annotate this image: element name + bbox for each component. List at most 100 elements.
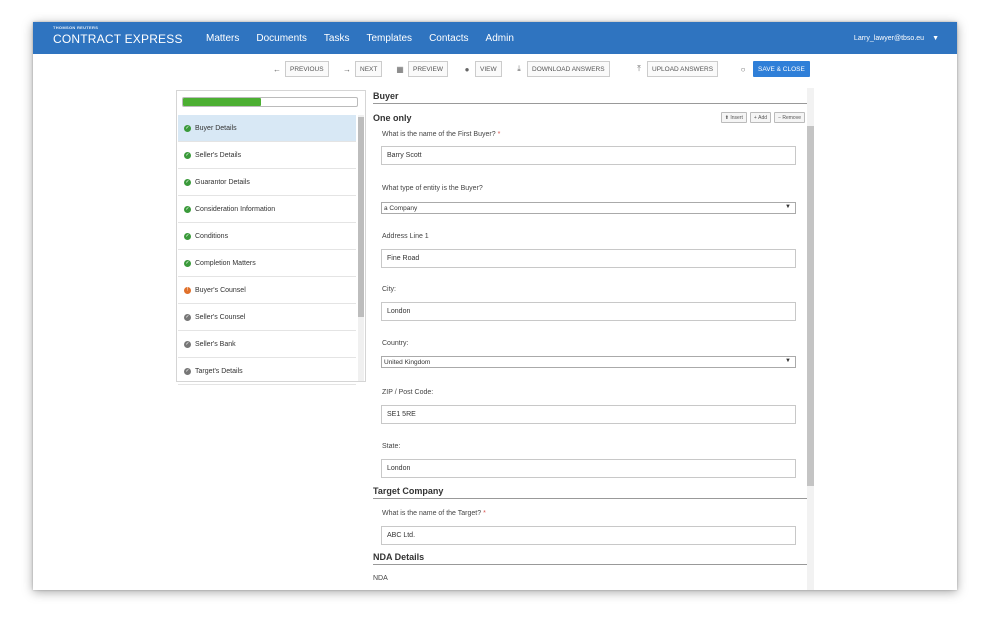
first-buyer-question: What is the name of the First Buyer? <box>382 131 496 138</box>
user-menu[interactable]: Larry_lawyer@tbso.eu ▼ <box>854 22 939 54</box>
questionnaire-form: Buyer One only ⬆ Insert + Add − Remove W… <box>371 88 827 590</box>
circle-icon: ○ <box>740 64 746 74</box>
section-title-target-company: Target Company <box>373 486 444 496</box>
previous-control: ← PREVIOUS <box>272 61 329 77</box>
grid-icon: ▦ <box>396 64 404 74</box>
preview-button[interactable]: PREVIEW <box>408 61 448 77</box>
remove-label: Remove <box>782 114 801 121</box>
sidebar-item-label: Buyer's Counsel <box>195 286 246 294</box>
state-label: State: <box>382 443 401 450</box>
first-buyer-input[interactable]: Barry Scott <box>381 146 796 165</box>
nav-contacts[interactable]: Contacts <box>429 33 468 44</box>
insert-button[interactable]: ⬆ Insert <box>720 112 747 123</box>
pending-icon: ✓ <box>184 367 191 375</box>
zip-label: ZIP / Post Code: <box>382 389 434 396</box>
check-icon: ✓ <box>184 178 191 186</box>
view-button[interactable]: VIEW <box>475 61 502 77</box>
sidebar-item-sellers-bank[interactable]: ✓ Seller's Bank <box>178 331 356 358</box>
check-icon: ✓ <box>184 124 191 132</box>
upload-control: ⤒ UPLOAD ANSWERS <box>634 61 719 77</box>
nav-admin[interactable]: Admin <box>486 33 514 44</box>
check-icon: ✓ <box>184 232 191 240</box>
arrow-right-icon: → <box>343 64 351 74</box>
sidebar-item-guarantor-details[interactable]: ✓ Guarantor Details <box>178 169 356 196</box>
main-nav: Matters Documents Tasks Templates Contac… <box>206 22 531 54</box>
section-divider <box>373 564 807 565</box>
zip-postcode-input[interactable]: SE1 5RE <box>381 405 796 424</box>
pending-icon: ✓ <box>184 340 191 348</box>
sidebar-item-label: Completion Matters <box>195 259 256 267</box>
sidebar-item-targets-details[interactable]: ✓ Target's Details <box>178 358 356 385</box>
entity-type-value: a Company <box>384 204 418 212</box>
sidebar-scrollbar-thumb[interactable] <box>358 117 364 317</box>
download-icon: ⤓ <box>517 64 521 73</box>
save-and-close-button[interactable]: SAVE & CLOSE <box>753 61 810 77</box>
nav-tasks[interactable]: Tasks <box>324 33 350 44</box>
required-marker: * <box>497 131 501 138</box>
check-icon: ✓ <box>184 259 191 267</box>
previous-button[interactable]: PREVIOUS <box>285 61 329 77</box>
completion-progress-bar <box>182 97 358 107</box>
repeat-group-actions: ⬆ Insert + Add − Remove <box>718 112 805 123</box>
form-scrollbar[interactable] <box>807 88 814 590</box>
section-divider <box>373 103 807 104</box>
sidebar-item-label: Seller's Bank <box>195 340 236 348</box>
preview-control: ▦ PREVIEW <box>395 61 448 77</box>
sidebar-item-completion-matters[interactable]: ✓ Completion Matters <box>178 250 356 277</box>
target-label: What is the name of the Target? * <box>382 510 486 517</box>
arrow-left-icon: ← <box>273 64 281 74</box>
progress-fill <box>183 98 262 106</box>
target-question: What is the name of the Target? <box>382 510 482 517</box>
country-select[interactable]: United Kingdom ▼ <box>381 356 796 368</box>
app-window: THOMSON REUTERS CONTRACT EXPRESS Matters… <box>33 22 957 590</box>
select-arrow-icon: ▼ <box>785 358 791 364</box>
next-button[interactable]: NEXT <box>355 61 383 77</box>
warning-icon: ! <box>184 286 191 294</box>
city-input[interactable]: London <box>381 302 796 321</box>
check-icon: ✓ <box>184 151 191 159</box>
brand-product-name: CONTRACT EXPRESS <box>53 32 183 46</box>
nav-templates[interactable]: Templates <box>366 33 412 44</box>
form-scrollbar-thumb[interactable] <box>807 126 814 486</box>
upload-answers-button[interactable]: UPLOAD ANSWERS <box>647 61 719 77</box>
nav-documents[interactable]: Documents <box>256 33 307 44</box>
sidebar-item-label: Guarantor Details <box>195 178 250 186</box>
state-input[interactable]: London <box>381 459 796 478</box>
nav-matters[interactable]: Matters <box>206 33 239 44</box>
download-answers-button[interactable]: DOWNLOAD ANSWERS <box>527 61 610 77</box>
repeat-group-title: One only <box>373 113 412 123</box>
brand-logo[interactable]: THOMSON REUTERS CONTRACT EXPRESS <box>53 26 183 46</box>
eye-icon: ● <box>464 64 470 74</box>
required-marker: * <box>483 510 486 517</box>
sidebar-item-label: Target's Details <box>195 367 243 375</box>
entity-type-select[interactable]: a Company ▼ <box>381 202 796 214</box>
sidebar-item-sellers-details[interactable]: ✓ Seller's Details <box>178 142 356 169</box>
upload-icon: ⤒ <box>637 64 641 73</box>
sidebar-item-buyer-details[interactable]: ✓ Buyer Details <box>178 115 356 142</box>
city-label: City: <box>382 286 396 293</box>
sidebar-item-sellers-counsel[interactable]: ✓ Seller's Counsel <box>178 304 356 331</box>
target-name-input[interactable]: ABC Ltd. <box>381 526 796 545</box>
caret-down-icon: ▼ <box>932 34 939 42</box>
country-value: United Kingdom <box>384 358 431 366</box>
sidebar-item-conditions[interactable]: ✓ Conditions <box>178 223 356 250</box>
questionnaire-toolbar: ← PREVIOUS → NEXT ▦ PREVIEW ● VIEW ⤓ DOW… <box>33 58 957 80</box>
add-label: Add <box>758 114 768 121</box>
nda-label: NDA <box>373 575 388 582</box>
sidebar-item-consideration-information[interactable]: ✓ Consideration Information <box>178 196 356 223</box>
pending-icon: ✓ <box>184 313 191 321</box>
section-divider <box>373 498 807 499</box>
sidebar-item-buyers-counsel[interactable]: ! Buyer's Counsel <box>178 277 356 304</box>
download-control: ⤓ DOWNLOAD ANSWERS <box>514 61 610 77</box>
country-label: Country: <box>382 340 409 347</box>
remove-button[interactable]: − Remove <box>774 112 805 123</box>
sidebar-item-label: Seller's Details <box>195 151 242 159</box>
sidebar-scrollbar[interactable] <box>358 115 364 381</box>
add-button[interactable]: + Add <box>749 112 772 123</box>
insert-label: Insert <box>730 114 743 121</box>
address-line-1-input[interactable]: Fine Road <box>381 249 796 268</box>
sidebar-item-label: Buyer Details <box>195 124 237 132</box>
section-list: ✓ Buyer Details ✓ Seller's Details ✓ Gua… <box>178 115 356 385</box>
check-icon: ✓ <box>184 205 191 213</box>
address-label: Address Line 1 <box>382 233 429 240</box>
